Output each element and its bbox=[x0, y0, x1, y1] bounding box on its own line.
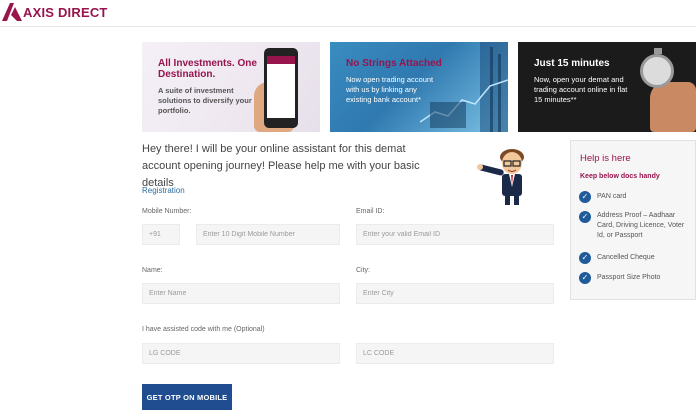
doc-item: ✓ Passport Size Photo bbox=[579, 272, 691, 284]
city-label: City: bbox=[356, 267, 370, 274]
name-label: Name: bbox=[142, 267, 163, 274]
doc-item-label: Cancelled Cheque bbox=[597, 254, 655, 261]
assistant-intro-text: Hey there! I will be your online assista… bbox=[142, 143, 420, 189]
phone-screen bbox=[267, 56, 295, 118]
mobile-label: Mobile Number: bbox=[142, 208, 192, 215]
mobile-number-field[interactable] bbox=[196, 224, 340, 245]
banner-text: A suite of investment solutions to diver… bbox=[158, 86, 252, 115]
lc-code-input[interactable] bbox=[363, 344, 553, 363]
doc-item: ✓ Address Proof – Aadhaar Card, Driving … bbox=[579, 211, 691, 241]
country-code-field[interactable]: +91 bbox=[142, 224, 180, 245]
hand-image bbox=[650, 82, 696, 132]
doc-item-label: PAN card bbox=[597, 193, 627, 200]
help-panel: Help is here Keep below docs handy ✓ PAN… bbox=[570, 140, 696, 300]
city-field[interactable] bbox=[356, 283, 554, 304]
phone-app-bar bbox=[267, 56, 295, 64]
phone-image bbox=[264, 48, 298, 128]
lg-code-field[interactable] bbox=[142, 343, 340, 364]
help-title: Help is here bbox=[580, 153, 631, 164]
axis-logo-icon bbox=[2, 3, 22, 21]
check-icon: ✓ bbox=[579, 211, 591, 223]
help-subtitle: Keep below docs handy bbox=[580, 173, 660, 180]
banner-15-minutes: Just 15 minutes Now, open your demat and… bbox=[518, 42, 696, 132]
banner-text: Now, open your demat and trading account… bbox=[534, 75, 628, 104]
stopwatch-icon bbox=[640, 54, 674, 88]
banner-all-investments: All Investments. One Destination. A suit… bbox=[142, 42, 320, 132]
get-otp-button[interactable]: GET OTP ON MOBILE bbox=[142, 384, 232, 410]
name-input[interactable] bbox=[149, 284, 339, 303]
assistant-mascot-icon bbox=[477, 149, 524, 205]
brand-name: AXIS DIRECT bbox=[23, 4, 108, 20]
banner-title: No Strings Attached bbox=[346, 58, 442, 69]
assisted-code-label: I have assisted code with me (Optional) bbox=[142, 326, 265, 333]
banner-title: All Investments. One Destination. bbox=[158, 58, 257, 80]
lg-code-input[interactable] bbox=[149, 344, 339, 363]
top-header: AXIS DIRECT bbox=[0, 0, 696, 27]
banner-title: Just 15 minutes bbox=[534, 58, 610, 69]
doc-item: ✓ Cancelled Cheque bbox=[579, 252, 691, 264]
banner-text: Now open trading account with us by link… bbox=[346, 75, 434, 104]
doc-item-label: Address Proof – Aadhaar Card, Driving Li… bbox=[597, 212, 685, 239]
check-icon: ✓ bbox=[579, 191, 591, 203]
doc-item: ✓ PAN card bbox=[579, 191, 691, 203]
check-icon: ✓ bbox=[579, 272, 591, 284]
doc-item-label: Passport Size Photo bbox=[597, 274, 661, 281]
check-icon: ✓ bbox=[579, 252, 591, 264]
email-input[interactable] bbox=[363, 225, 553, 244]
banner-no-strings: No Strings Attached Now open trading acc… bbox=[330, 42, 508, 132]
email-label: Email ID: bbox=[356, 208, 385, 215]
axis-direct-logo[interactable]: AXIS DIRECT bbox=[2, 3, 108, 21]
mobile-number-input[interactable] bbox=[203, 225, 339, 244]
city-input[interactable] bbox=[363, 284, 553, 303]
registration-heading: Registration bbox=[142, 186, 185, 195]
country-code-value: +91 bbox=[149, 231, 161, 238]
email-field[interactable] bbox=[356, 224, 554, 245]
lc-code-field[interactable] bbox=[356, 343, 554, 364]
name-field[interactable] bbox=[142, 283, 340, 304]
